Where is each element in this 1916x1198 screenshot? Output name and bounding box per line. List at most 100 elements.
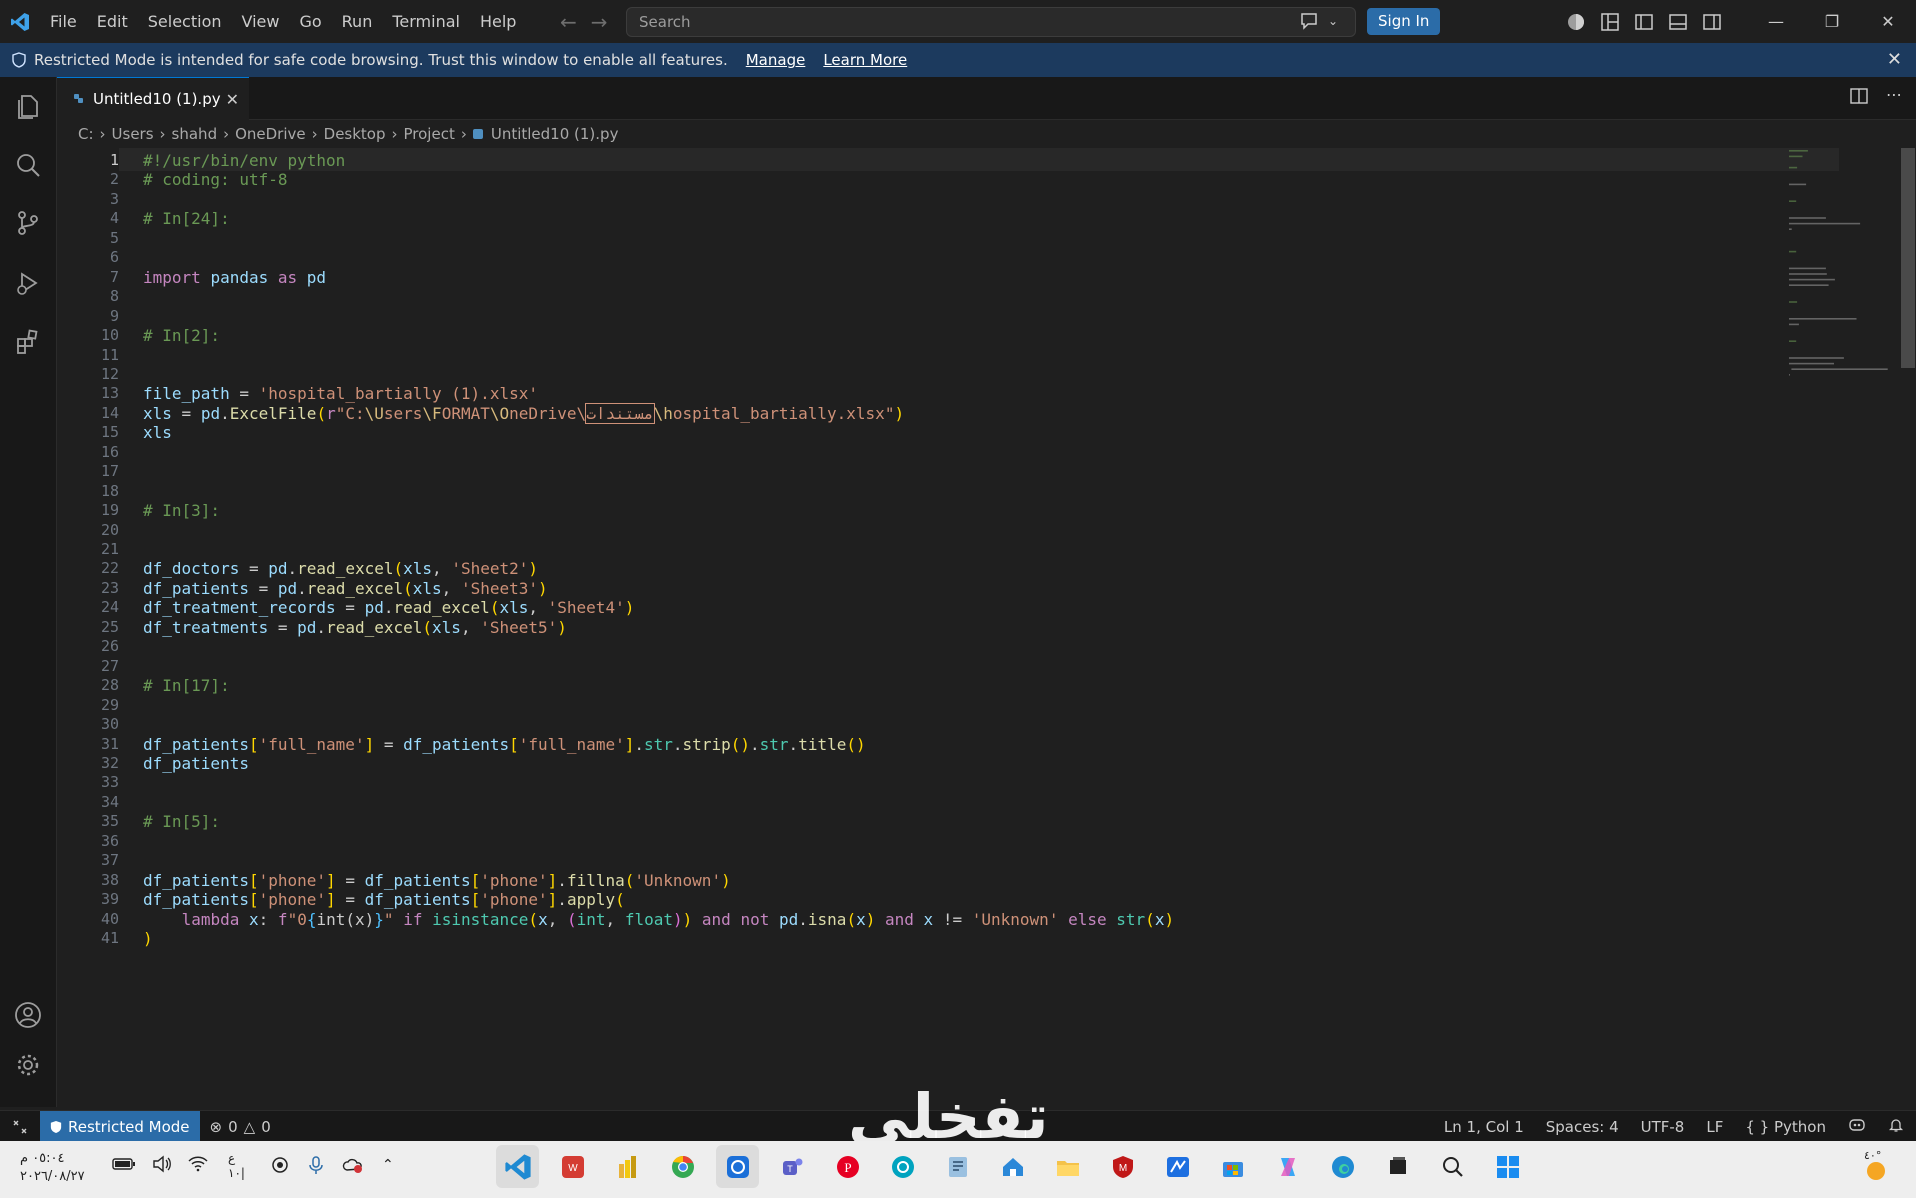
wifi-icon[interactable] bbox=[188, 1156, 208, 1172]
code-line[interactable]: # In[3]: bbox=[143, 501, 220, 520]
close-banner-icon[interactable]: ✕ bbox=[1887, 49, 1902, 70]
microphone-icon[interactable] bbox=[308, 1155, 324, 1175]
accounts-shield-icon[interactable] bbox=[1566, 12, 1586, 32]
more-actions-icon[interactable]: ⋯ bbox=[1886, 87, 1902, 105]
task-view-icon[interactable] bbox=[1376, 1145, 1419, 1188]
code-line[interactable]: ) bbox=[143, 929, 153, 948]
input-language[interactable]: ع ١٠| bbox=[228, 1151, 245, 1181]
toggle-secondary-sidebar-icon[interactable] bbox=[1702, 12, 1722, 32]
code-line[interactable]: df_patients = pd.read_excel(xls, 'Sheet3… bbox=[143, 579, 548, 598]
code-line[interactable]: df_patients['phone'] = df_patients['phon… bbox=[143, 890, 625, 909]
code-line[interactable]: df_patients bbox=[143, 754, 249, 773]
language-mode[interactable]: { } Python bbox=[1745, 1118, 1826, 1136]
menu-go[interactable]: Go bbox=[289, 0, 331, 43]
code-line[interactable]: # In[24]: bbox=[143, 209, 230, 228]
start-windows-icon[interactable] bbox=[1486, 1145, 1529, 1188]
battery-icon[interactable] bbox=[112, 1157, 136, 1171]
sign-in-button[interactable]: Sign In bbox=[1367, 8, 1441, 35]
eol-status[interactable]: LF bbox=[1706, 1118, 1723, 1136]
forward-arrow-icon[interactable]: → bbox=[591, 10, 608, 34]
command-center-search[interactable]: Search bbox=[626, 7, 1356, 37]
code-line[interactable]: lambda x: f"0{int(x)}" if isinstance(x, … bbox=[143, 910, 1175, 929]
close-window-icon[interactable]: ✕ bbox=[1860, 0, 1916, 43]
pinterest-icon[interactable]: P bbox=[826, 1145, 869, 1188]
dev-home-icon[interactable] bbox=[991, 1145, 1034, 1188]
split-editor-icon[interactable] bbox=[1850, 87, 1868, 105]
notepad-plus-icon[interactable] bbox=[936, 1145, 979, 1188]
weather-widget[interactable]: ٤٠° bbox=[1858, 1149, 1894, 1189]
tab-untitled10[interactable]: Untitled10 (1).py ✕ bbox=[57, 77, 249, 120]
canva-icon[interactable] bbox=[881, 1145, 924, 1188]
customize-layout-icon[interactable] bbox=[1600, 12, 1620, 32]
copilot-tray-icon[interactable] bbox=[270, 1155, 290, 1175]
restricted-mode-status[interactable]: Restricted Mode bbox=[40, 1111, 200, 1142]
search-icon[interactable] bbox=[12, 149, 44, 181]
breadcrumb-item[interactable]: Users bbox=[112, 125, 154, 143]
code-line[interactable]: df_doctors = pd.read_excel(xls, 'Sheet2'… bbox=[143, 559, 538, 578]
teams-icon[interactable]: T bbox=[771, 1145, 814, 1188]
breadcrumb-item[interactable]: Untitled10 (1).py bbox=[491, 125, 619, 143]
onedrive-error-icon[interactable] bbox=[342, 1156, 364, 1174]
code-line[interactable]: file_path = 'hospital_bartially (1).xlsx… bbox=[143, 384, 538, 403]
close-tab-icon[interactable]: ✕ bbox=[226, 90, 239, 109]
cursor-position[interactable]: Ln 1, Col 1 bbox=[1444, 1118, 1524, 1136]
menu-run[interactable]: Run bbox=[332, 0, 383, 43]
breadcrumb-item[interactable]: OneDrive bbox=[235, 125, 306, 143]
power-bi-icon[interactable] bbox=[606, 1145, 649, 1188]
volume-icon[interactable] bbox=[152, 1155, 172, 1173]
copilot-status-icon[interactable] bbox=[1848, 1117, 1866, 1137]
code-editor[interactable]: 1 2 3 4 5 6 7 8 9 10 11 12 13 14 15 16 17 18 19 20 21 22 23 24 2… bbox=[57, 148, 1916, 1110]
menu-file[interactable]: File bbox=[40, 0, 87, 43]
menu-selection[interactable]: Selection bbox=[138, 0, 232, 43]
toggle-sidebar-icon[interactable] bbox=[1634, 12, 1654, 32]
encoding-status[interactable]: UTF-8 bbox=[1641, 1118, 1685, 1136]
minimize-icon[interactable]: — bbox=[1748, 0, 1804, 43]
code-line[interactable]: xls bbox=[143, 423, 172, 442]
code-line[interactable]: df_patients['full_name'] = df_patients['… bbox=[143, 735, 866, 754]
breadcrumb-item[interactable]: C: bbox=[78, 125, 94, 143]
indentation-status[interactable]: Spaces: 4 bbox=[1546, 1118, 1619, 1136]
taskbar-clock[interactable]: ٠٥:٠٤ م ٢٠٢٦/٠٨/٢٧ bbox=[20, 1150, 85, 1186]
copilot-button[interactable]: ⌄ bbox=[1300, 8, 1338, 34]
copilot-app-icon[interactable] bbox=[1266, 1145, 1309, 1188]
vscode-taskbar-icon[interactable] bbox=[496, 1145, 539, 1188]
source-control-icon[interactable] bbox=[12, 207, 44, 239]
restore-icon[interactable]: ❐ bbox=[1804, 0, 1860, 43]
remote-indicator-icon[interactable] bbox=[0, 1111, 40, 1142]
code-line[interactable]: # In[17]: bbox=[143, 676, 230, 695]
manage-link[interactable]: Manage bbox=[746, 51, 806, 69]
microsoft-store-icon[interactable] bbox=[1211, 1145, 1254, 1188]
menu-terminal[interactable]: Terminal bbox=[382, 0, 470, 43]
run-debug-icon[interactable] bbox=[12, 267, 44, 299]
minimap[interactable] bbox=[1785, 148, 1901, 488]
code-line[interactable]: # In[5]: bbox=[143, 812, 220, 831]
code-line[interactable]: # coding: utf-8 bbox=[143, 170, 288, 189]
breadcrumb-item[interactable]: shahd bbox=[172, 125, 218, 143]
file-explorer-icon[interactable] bbox=[1046, 1145, 1089, 1188]
mcafee-icon[interactable]: M bbox=[1101, 1145, 1144, 1188]
show-hidden-icons-icon[interactable]: ⌃ bbox=[382, 1157, 394, 1173]
chevron-down-icon[interactable]: ⌄ bbox=[1328, 14, 1338, 28]
breadcrumb-item[interactable]: Desktop bbox=[324, 125, 386, 143]
code-line[interactable]: #!/usr/bin/env python bbox=[143, 151, 345, 170]
code-line[interactable]: import pandas as pd bbox=[143, 268, 326, 287]
snipping-tool-icon[interactable] bbox=[716, 1145, 759, 1188]
code-line[interactable]: xls = pd.ExcelFile(r"C:\Users\FORMAT\One… bbox=[143, 402, 904, 424]
menu-help[interactable]: Help bbox=[470, 0, 526, 43]
breadcrumb-item[interactable]: Project bbox=[404, 125, 455, 143]
explorer-icon[interactable] bbox=[12, 91, 44, 123]
taskbar-search-icon[interactable] bbox=[1431, 1145, 1474, 1188]
edge-icon[interactable] bbox=[1321, 1145, 1364, 1188]
vertical-scrollbar[interactable] bbox=[1901, 148, 1915, 368]
code-line[interactable]: df_treatments = pd.read_excel(xls, 'Shee… bbox=[143, 618, 567, 637]
notifications-bell-icon[interactable] bbox=[1888, 1117, 1904, 1137]
menu-view[interactable]: View bbox=[232, 0, 290, 43]
toggle-panel-icon[interactable] bbox=[1668, 12, 1688, 32]
manage-gear-icon[interactable] bbox=[12, 1049, 44, 1081]
menu-edit[interactable]: Edit bbox=[87, 0, 138, 43]
accounts-icon[interactable] bbox=[12, 999, 44, 1031]
code-line[interactable]: # In[2]: bbox=[143, 326, 220, 345]
extensions-icon[interactable] bbox=[12, 325, 44, 357]
back-arrow-icon[interactable]: ← bbox=[560, 10, 577, 34]
code-line[interactable]: df_patients['phone'] = df_patients['phon… bbox=[143, 871, 731, 890]
